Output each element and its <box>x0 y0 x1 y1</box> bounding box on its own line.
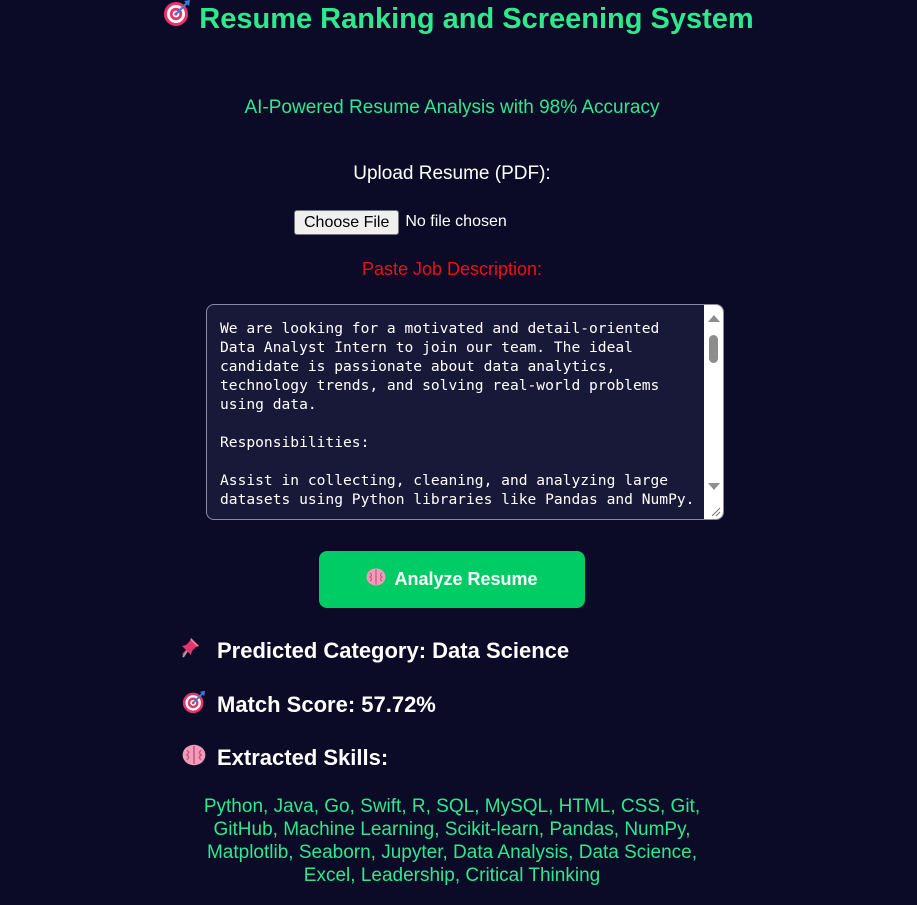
extracted-skills-heading: Extracted Skills: <box>182 744 388 772</box>
choose-file-button[interactable]: Choose File <box>294 209 400 235</box>
brain-icon <box>366 568 386 591</box>
page-title: Resume Ranking and Screening System <box>160 0 757 39</box>
analyze-button-label: Analyze Resume <box>394 569 538 589</box>
page-subtitle: AI-Powered Resume Analysis with 98% Accu… <box>244 97 660 118</box>
scroll-thumb[interactable] <box>709 335 718 363</box>
page: Resume Ranking and Screening System AI-P… <box>0 0 917 905</box>
predicted-category-text: Predicted Category: Data Science <box>217 638 570 663</box>
file-status-text: No file chosen <box>405 213 507 230</box>
file-input[interactable]: Choose File No file chosen <box>294 209 507 235</box>
match-score-text: Match Score: 57.72% <box>217 692 436 717</box>
job-description-label: Paste Job Description: <box>361 259 543 279</box>
job-description-textarea[interactable]: We are looking for a motivated and detai… <box>206 304 724 520</box>
pushpin-icon <box>182 636 206 666</box>
scroll-up-arrow-icon[interactable] <box>708 315 720 322</box>
textarea-scrollbar[interactable] <box>704 305 723 502</box>
direct-hit-target-icon <box>163 0 191 36</box>
scroll-down-arrow-icon[interactable] <box>708 483 720 490</box>
extracted-skills-list: Python, Java, Go, Swift, R, SQL, MySQL, … <box>203 796 701 886</box>
job-description-text: We are looking for a motivated and detai… <box>220 320 695 508</box>
resize-handle-icon[interactable] <box>704 500 723 519</box>
analyze-resume-button[interactable]: Analyze Resume <box>319 551 585 608</box>
title-text: Resume Ranking and Screening System <box>199 3 754 36</box>
direct-hit-target-icon <box>182 690 206 720</box>
match-score: Match Score: 57.72% <box>182 690 436 720</box>
extracted-skills-heading-text: Extracted Skills: <box>217 745 389 770</box>
predicted-category: Predicted Category: Data Science <box>182 636 569 666</box>
upload-resume-label: Upload Resume (PDF): <box>353 163 551 184</box>
brain-icon <box>182 744 206 772</box>
